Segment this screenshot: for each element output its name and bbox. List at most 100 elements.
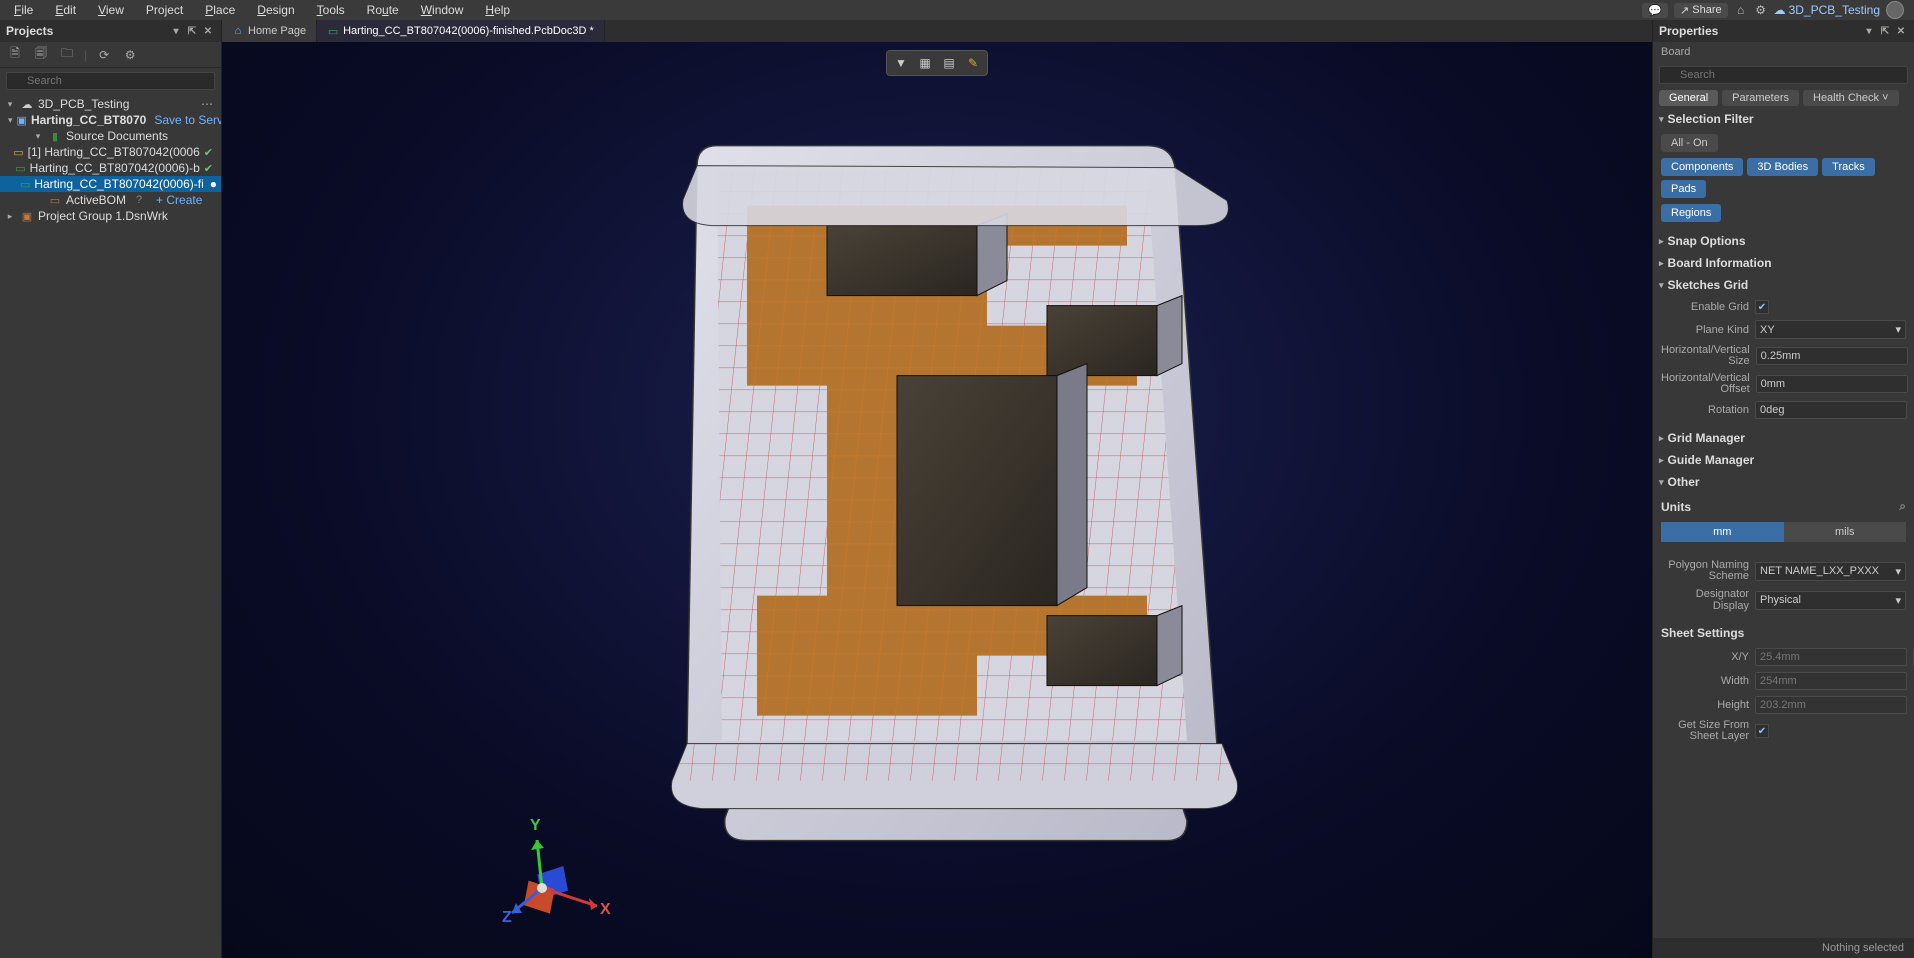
- menu-help[interactable]: Help: [475, 1, 520, 19]
- tree-workspace[interactable]: ▾☁ 3D_PCB_Testing ⋯: [0, 96, 221, 112]
- panel-pin-icon[interactable]: ⇱: [1878, 24, 1892, 38]
- search-icon[interactable]: ⌕: [1899, 499, 1906, 514]
- panel-dropdown-icon[interactable]: ▾: [169, 24, 183, 38]
- workspace-selector[interactable]: ☁ 3D_PCB_Testing: [1774, 3, 1880, 17]
- label-hv-size: Horizontal/Vertical Size: [1661, 345, 1750, 367]
- menu-design[interactable]: Design: [247, 1, 304, 19]
- tree-doc-pcb-fi[interactable]: ▭ Harting_CC_BT807042(0006)-fi ●: [0, 176, 221, 192]
- view-mode-2-icon[interactable]: ▤: [937, 53, 961, 73]
- input-h-offset[interactable]: [1756, 375, 1908, 393]
- tree-activebom[interactable]: ▭ ActiveBOM ? + Create: [0, 192, 221, 208]
- axis-z-label: Z: [502, 909, 512, 926]
- menu-window[interactable]: Window: [411, 1, 474, 19]
- tab-parameters[interactable]: Parameters: [1722, 90, 1799, 106]
- share-button[interactable]: ↗ Share: [1674, 3, 1728, 18]
- chip-regions[interactable]: Regions: [1661, 204, 1721, 222]
- chip-tracks[interactable]: Tracks: [1822, 158, 1875, 176]
- label-xy: X/Y: [1661, 651, 1749, 663]
- input-h-size[interactable]: [1756, 347, 1908, 365]
- create-link[interactable]: + Create: [156, 193, 202, 207]
- panel-close-icon[interactable]: ✕: [1894, 24, 1908, 38]
- folder-icon[interactable]: 🗀: [58, 46, 76, 64]
- view-toolbar: ▼ ▦ ▤ ✎: [886, 50, 988, 76]
- label-enable-grid: Enable Grid: [1661, 301, 1749, 313]
- axis-gizmo: X Y Z: [502, 818, 612, 928]
- axis-x-label: X: [600, 901, 611, 918]
- input-rotation[interactable]: [1755, 401, 1907, 419]
- select-plane-kind[interactable]: XY▾: [1755, 320, 1906, 339]
- properties-context: Board: [1653, 42, 1914, 62]
- viewport-3d[interactable]: ▼ ▦ ▤ ✎: [222, 42, 1652, 958]
- gear-icon[interactable]: ⚙: [1754, 3, 1768, 17]
- panel-close-icon[interactable]: ✕: [201, 24, 215, 38]
- chip-components[interactable]: Components: [1661, 158, 1743, 176]
- tab-document[interactable]: ▭ Harting_CC_BT807042(0006)-finished.Pcb…: [317, 20, 605, 42]
- settings-icon[interactable]: ⚙: [121, 46, 139, 64]
- check-icon: ✔: [204, 146, 217, 159]
- section-other[interactable]: ▾Other: [1653, 471, 1914, 493]
- projects-panel: Projects ▾ ⇱ ✕ 🗎 🗐 🗀 | ⟳ ⚙ ▾☁ 3D_PCB_Tes…: [0, 20, 222, 958]
- tree-project[interactable]: ▾ ▣ Harting_CC_BT8070 Save to Server ✔: [0, 112, 221, 128]
- tree-project-group[interactable]: ▸ ▣ Project Group 1.DsnWrk: [0, 208, 221, 224]
- compile-icon[interactable]: 🗐: [32, 46, 50, 64]
- share-label: Share: [1692, 4, 1721, 16]
- refresh-icon[interactable]: ⟳: [95, 46, 113, 64]
- input-sheet-x: [1755, 648, 1907, 666]
- chip-pads[interactable]: Pads: [1661, 180, 1706, 198]
- label-polygon-naming: Polygon Naming Scheme: [1661, 560, 1749, 582]
- menu-route[interactable]: Route: [357, 1, 409, 19]
- check-icon: ✔: [204, 162, 217, 175]
- info-icon[interactable]: ?: [132, 193, 146, 207]
- select-designator-display[interactable]: Physical▾: [1755, 591, 1906, 610]
- panel-dropdown-icon[interactable]: ▾: [1862, 24, 1876, 38]
- status-bar: Nothing selected: [1653, 938, 1914, 958]
- filter-icon[interactable]: ▼: [889, 53, 913, 73]
- tree-doc-pcb-b[interactable]: ▭ Harting_CC_BT807042(0006)-b ✔: [0, 160, 221, 176]
- projects-search-input[interactable]: [6, 72, 215, 90]
- properties-header: Properties ▾ ⇱ ✕: [1653, 20, 1914, 42]
- home-icon: ⌂: [232, 25, 244, 37]
- bom-doc-icon: ▭: [48, 193, 62, 207]
- tab-health-check[interactable]: Health Check ˅: [1803, 90, 1899, 106]
- section-guide-manager[interactable]: ▸Guide Manager: [1653, 449, 1914, 471]
- select-polygon-naming[interactable]: NET NAME_LXX_PXXX▾: [1755, 562, 1906, 581]
- properties-tabs: General Parameters Health Check ˅: [1653, 88, 1914, 108]
- tree-doc-sch[interactable]: ▭ [1] Harting_CC_BT807042(0006 ✔: [0, 144, 221, 160]
- chip-3d-bodies[interactable]: 3D Bodies: [1747, 158, 1818, 176]
- doc-icon[interactable]: 🗎: [6, 46, 24, 64]
- input-sheet-height: [1755, 696, 1907, 714]
- section-sketches-grid[interactable]: ▾Sketches Grid: [1653, 274, 1914, 296]
- tree-source-documents[interactable]: ▾ ▮ Source Documents: [0, 128, 221, 144]
- menu-tools[interactable]: Tools: [307, 1, 355, 19]
- projects-header: Projects ▾ ⇱ ✕: [0, 20, 221, 42]
- panel-pin-icon[interactable]: ⇱: [185, 24, 199, 38]
- menu-project[interactable]: Project: [136, 1, 193, 19]
- tab-general[interactable]: General: [1659, 90, 1718, 106]
- checkbox-get-size[interactable]: ✔: [1755, 724, 1769, 738]
- menu-view[interactable]: View: [88, 1, 134, 19]
- toggle-mm[interactable]: mm: [1661, 522, 1784, 542]
- section-grid-manager[interactable]: ▸Grid Manager: [1653, 427, 1914, 449]
- section-snap-options[interactable]: ▸Snap Options: [1653, 230, 1914, 252]
- menu-file[interactable]: File: [4, 1, 43, 19]
- save-to-server-link[interactable]: Save to Server: [154, 113, 221, 127]
- toggle-mils[interactable]: mils: [1784, 522, 1907, 542]
- checkbox-enable-grid[interactable]: ✔: [1755, 300, 1769, 314]
- section-board-info[interactable]: ▸Board Information: [1653, 252, 1914, 274]
- menu-edit[interactable]: Edit: [45, 1, 86, 19]
- section-selection-filter[interactable]: ▾Selection Filter: [1653, 108, 1914, 130]
- properties-search-input[interactable]: [1659, 66, 1908, 84]
- measure-icon[interactable]: ✎: [961, 53, 985, 73]
- workspace-name: 3D_PCB_Testing: [1789, 3, 1880, 17]
- more-icon[interactable]: ⋯: [201, 97, 217, 111]
- avatar[interactable]: [1886, 1, 1904, 19]
- home-icon[interactable]: ⌂: [1734, 3, 1748, 17]
- tab-home[interactable]: ⌂ Home Page: [222, 20, 317, 42]
- chip-all-on[interactable]: All - On: [1661, 134, 1718, 152]
- comment-button[interactable]: 💬: [1642, 3, 1668, 18]
- pcb-3d-model: [627, 126, 1247, 846]
- group-icon: ▣: [20, 209, 34, 223]
- view-mode-1-icon[interactable]: ▦: [913, 53, 937, 73]
- label-rotation: Rotation: [1661, 404, 1749, 416]
- menu-place[interactable]: Place: [195, 1, 245, 19]
